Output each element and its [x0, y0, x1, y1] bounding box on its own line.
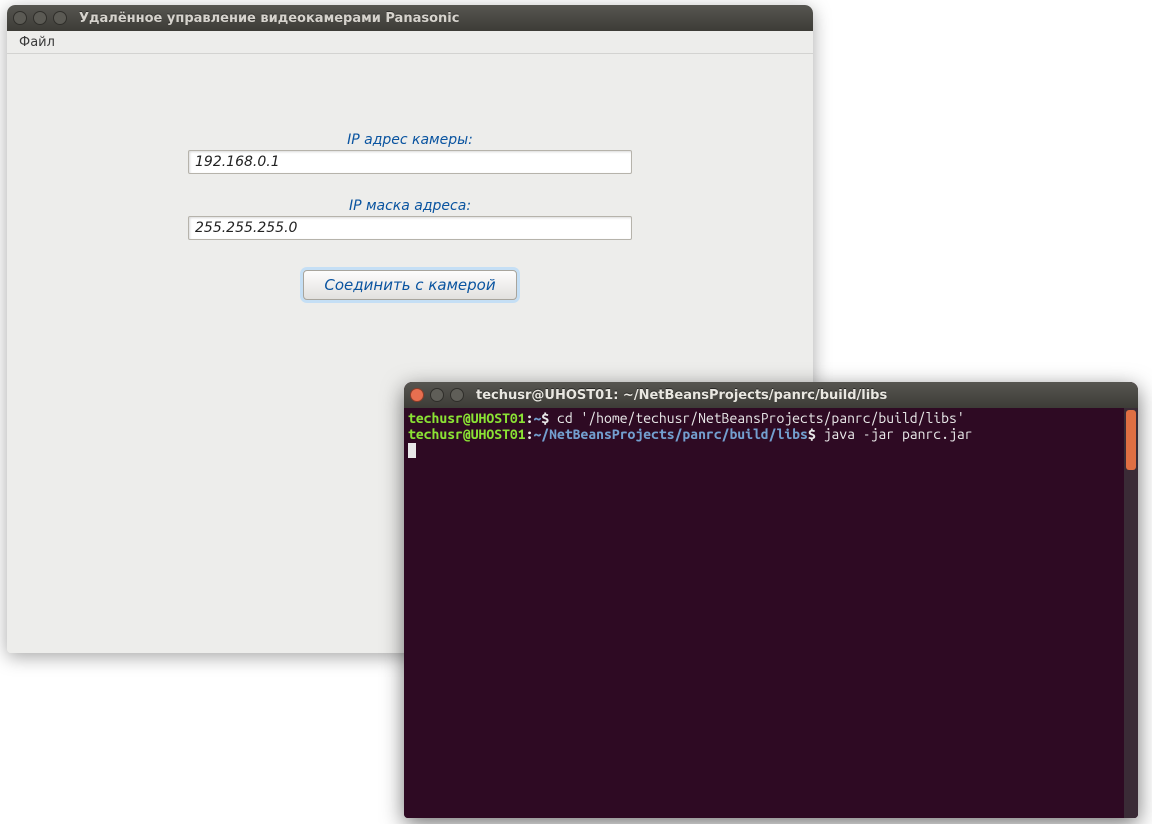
ip-address-input[interactable] [188, 150, 632, 174]
terminal-command: cd '/home/techusr/NetBeansProjects/panrc… [557, 410, 965, 426]
label-ip-address: IP адрес камеры: [180, 132, 640, 148]
terminal-titlebar[interactable]: techusr@UHOST01: ~/NetBeansProjects/panr… [404, 382, 1138, 408]
connection-form: IP адрес камеры: IP маска адреса: Соедин… [180, 102, 640, 300]
app-title: Удалённое управление видеокамерами Panas… [79, 11, 459, 26]
app-titlebar[interactable]: Удалённое управление видеокамерами Panas… [7, 5, 813, 31]
prompt-path: ~/NetBeansProjects/panrc/build/libs [533, 426, 807, 442]
cursor-icon [408, 443, 416, 458]
label-ip-mask: IP маска адреса: [180, 198, 640, 214]
menu-file[interactable]: Файл [13, 34, 61, 51]
terminal-title: techusr@UHOST01: ~/NetBeansProjects/panr… [476, 388, 887, 403]
maximize-icon[interactable] [53, 11, 67, 25]
terminal-window: techusr@UHOST01: ~/NetBeansProjects/panr… [404, 382, 1138, 818]
minimize-icon[interactable] [33, 11, 47, 25]
prompt-dollar: $ [808, 426, 824, 442]
terminal-line: techusr@UHOST01:~/NetBeansProjects/panrc… [408, 426, 1134, 442]
menubar: Файл [7, 31, 813, 54]
ip-mask-input[interactable] [188, 216, 632, 240]
prompt-dollar: $ [541, 410, 557, 426]
minimize-icon[interactable] [430, 388, 444, 402]
maximize-icon[interactable] [450, 388, 464, 402]
prompt-user: techusr@UHOST01 [408, 426, 526, 442]
connect-button[interactable]: Соединить с камерой [303, 270, 516, 300]
terminal-body[interactable]: techusr@UHOST01:~$ cd '/home/techusr/Net… [404, 408, 1138, 818]
prompt-user: techusr@UHOST01 [408, 410, 526, 426]
terminal-line: techusr@UHOST01:~$ cd '/home/techusr/Net… [408, 410, 1134, 426]
close-icon[interactable] [410, 388, 424, 402]
terminal-cursor-line [408, 442, 1134, 458]
terminal-scrollbar[interactable] [1124, 408, 1138, 818]
terminal-command: java -jar panrc.jar [824, 426, 973, 442]
close-icon[interactable] [13, 11, 27, 25]
scrollbar-thumb[interactable] [1126, 410, 1136, 470]
